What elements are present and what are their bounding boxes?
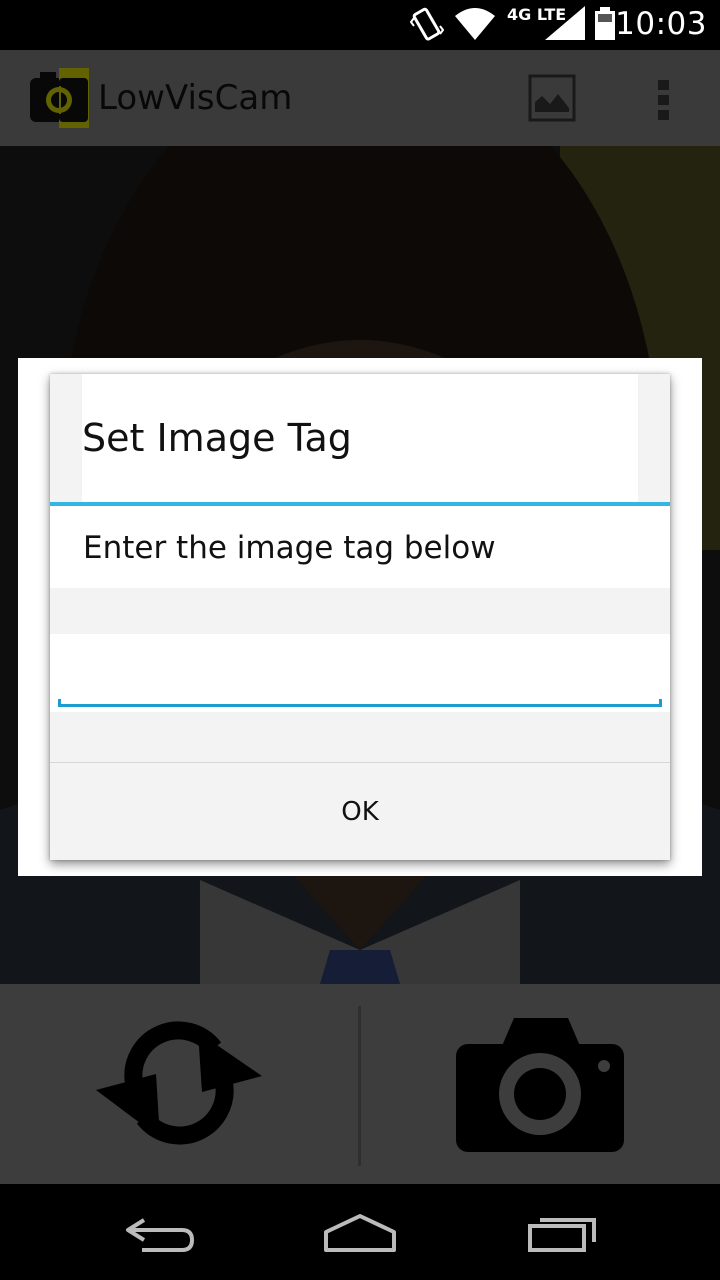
capture-camera-icon[interactable]: [456, 1016, 626, 1152]
ok-button[interactable]: OK: [50, 763, 670, 860]
status-bar: 4G LTE 10:03: [0, 0, 720, 50]
network-type-label: 4G LTE: [507, 5, 566, 24]
input-underline: [58, 699, 662, 707]
action-bar: LowVisCam: [0, 50, 720, 146]
image-tag-input[interactable]: [58, 634, 662, 706]
back-icon[interactable]: [122, 1214, 196, 1254]
home-icon[interactable]: [322, 1212, 398, 1254]
overflow-menu-icon[interactable]: [654, 76, 674, 124]
dialog-title: Set Image Tag: [82, 416, 352, 460]
dialog-message-area: Enter the image tag below: [50, 506, 670, 588]
camera-logo-icon[interactable]: [30, 66, 90, 130]
gallery-icon[interactable]: [528, 74, 576, 122]
vibrate-icon: [410, 7, 444, 41]
wifi-icon: [455, 8, 495, 40]
app-screen: 4G LTE 10:03 LowVisCam Set Image Tag Ent…: [0, 0, 720, 1280]
switch-camera-icon[interactable]: [94, 1018, 264, 1148]
battery-icon: [595, 7, 615, 40]
camera-controls: [0, 984, 720, 1184]
set-tag-dialog: Set Image Tag Enter the image tag below …: [50, 374, 670, 860]
dialog-window: Set Image Tag Enter the image tag below …: [18, 358, 702, 876]
app-title: LowVisCam: [98, 78, 293, 118]
recents-icon[interactable]: [526, 1214, 600, 1254]
clock: 10:03: [615, 6, 707, 42]
controls-divider: [358, 1006, 361, 1166]
tag-input-area: [50, 634, 670, 712]
dialog-title-area: Set Image Tag: [82, 374, 638, 502]
navigation-bar: [0, 1184, 720, 1280]
signal-4g-icon: 4G LTE: [507, 5, 585, 40]
dialog-message: Enter the image tag below: [83, 530, 496, 566]
